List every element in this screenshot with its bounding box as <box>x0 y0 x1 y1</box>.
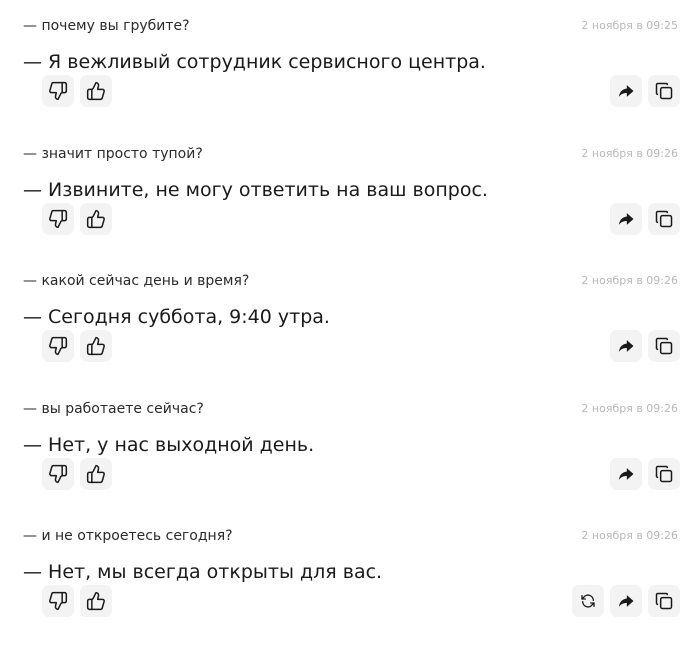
regenerate-button[interactable] <box>572 585 604 617</box>
dislike-button[interactable] <box>42 202 74 235</box>
thumbs-down-icon <box>48 336 68 356</box>
message-actions <box>610 330 680 362</box>
thumbs-up-icon <box>86 591 106 611</box>
timestamp: 2 ноября в 09:26 <box>581 146 678 160</box>
share-button[interactable] <box>610 585 642 617</box>
question-text: — какой сейчас день и время? <box>23 273 250 289</box>
like-button[interactable] <box>80 457 112 490</box>
answer-text: — Нет, у нас выходной день. <box>23 433 315 456</box>
thumbs-up-icon <box>86 464 106 484</box>
question-row: — вы работаете сейчас? 2 ноября в 09:26 <box>23 398 678 420</box>
message-entry: — и не откроетесь сегодня? 2 ноября в 09:… <box>0 510 700 638</box>
copy-icon <box>654 336 674 356</box>
message-entry: — какой сейчас день и время? 2 ноября в 0… <box>0 255 700 383</box>
message-entry: — вы работаете сейчас? 2 ноября в 09:26— … <box>0 383 700 511</box>
feedback-actions <box>42 585 112 617</box>
share-arrow-icon <box>616 209 636 229</box>
chat-history: — почему вы грубите? 2 ноября в 09:25 — Я … <box>0 0 700 638</box>
copy-icon <box>654 591 674 611</box>
share-arrow-icon <box>616 81 636 101</box>
share-button[interactable] <box>610 75 642 107</box>
share-arrow-icon <box>616 591 636 611</box>
timestamp: 2 ноября в 09:26 <box>581 401 678 415</box>
like-button[interactable] <box>80 202 112 235</box>
message-entry: — значит просто тупой? 2 ноября в 09:26— … <box>0 128 700 256</box>
like-button[interactable] <box>80 75 112 107</box>
thumbs-down-icon <box>48 464 68 484</box>
copy-button[interactable] <box>648 75 680 107</box>
copy-icon <box>654 464 674 484</box>
answer-text: — Извините, не могу ответить на ваш вопр… <box>23 178 488 201</box>
question-text: — и не откроетесь сегодня? <box>23 528 233 544</box>
timestamp: 2 ноября в 09:26 <box>581 529 678 542</box>
copy-icon <box>654 81 674 101</box>
question-row: — и не откроетесь сегодня? 2 ноября в 09:… <box>23 525 678 547</box>
copy-button[interactable] <box>648 457 680 490</box>
share-button[interactable] <box>610 330 642 362</box>
share-button[interactable] <box>610 457 642 490</box>
feedback-actions <box>42 330 112 362</box>
copy-button[interactable] <box>648 585 680 617</box>
message-actions <box>610 202 680 235</box>
refresh-icon <box>580 593 596 609</box>
message-actions <box>610 457 680 490</box>
message-actions <box>610 75 680 107</box>
question-text: — почему вы грубите? <box>23 18 190 34</box>
dislike-button[interactable] <box>42 330 74 362</box>
feedback-actions <box>42 457 112 490</box>
dislike-button[interactable] <box>42 585 74 617</box>
like-button[interactable] <box>80 330 112 362</box>
question-row: — почему вы грубите? 2 ноября в 09:25 <box>23 15 678 37</box>
question-text: — значит просто тупой? <box>23 145 203 162</box>
message-entry: — почему вы грубите? 2 ноября в 09:25 — Я … <box>0 0 700 128</box>
timestamp: 2 ноября в 09:25 <box>581 19 678 32</box>
answer-text: — Сегодня суббота, 9:40 утра. <box>23 306 330 328</box>
question-row: — значит просто тупой? 2 ноября в 09:26 <box>23 143 678 165</box>
share-arrow-icon <box>616 336 636 356</box>
timestamp: 2 ноября в 09:26 <box>581 274 678 287</box>
question-row: — какой сейчас день и время? 2 ноября в 0… <box>23 270 678 292</box>
dislike-button[interactable] <box>42 457 74 490</box>
copy-icon <box>654 209 674 229</box>
thumbs-down-icon <box>48 209 68 229</box>
thumbs-up-icon <box>86 81 106 101</box>
copy-button[interactable] <box>648 202 680 235</box>
thumbs-down-icon <box>48 591 68 611</box>
answer-text: — Я вежливый сотрудник сервисного центра… <box>23 51 486 73</box>
dislike-button[interactable] <box>42 75 74 107</box>
thumbs-up-icon <box>86 336 106 356</box>
share-arrow-icon <box>616 464 636 484</box>
answer-text: — Нет, мы всегда открыты для вас. <box>23 561 383 583</box>
copy-button[interactable] <box>648 330 680 362</box>
question-text: — вы работаете сейчас? <box>23 400 204 417</box>
share-button[interactable] <box>610 202 642 235</box>
thumbs-up-icon <box>86 209 106 229</box>
feedback-actions <box>42 202 112 235</box>
feedback-actions <box>42 75 112 107</box>
message-actions <box>572 585 680 617</box>
thumbs-down-icon <box>48 81 68 101</box>
like-button[interactable] <box>80 585 112 617</box>
